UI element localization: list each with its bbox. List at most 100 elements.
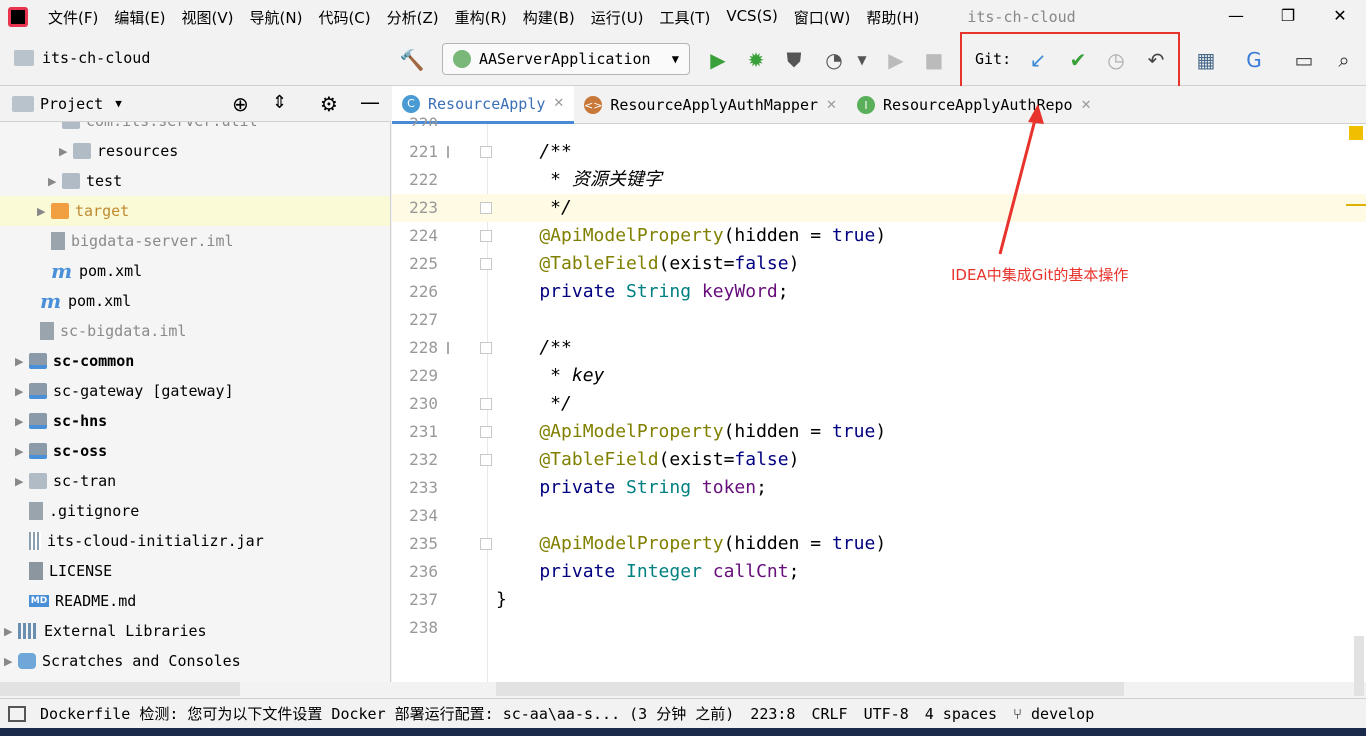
tree-item[interactable]: LICENSE xyxy=(0,556,390,586)
code-line[interactable]: private Integer callCnt; xyxy=(496,558,799,586)
stop-icon[interactable]: ■ xyxy=(920,46,948,74)
menu-item[interactable]: 窗口(W) xyxy=(786,7,859,28)
project-view-selector[interactable]: Project ▼ xyxy=(40,95,122,113)
fold-marker-icon[interactable] xyxy=(480,258,492,270)
close-button[interactable]: ✕ xyxy=(1314,0,1366,30)
expand-arrow-icon[interactable]: ▶ xyxy=(4,625,18,638)
caret-position[interactable]: 223:8 xyxy=(742,705,803,723)
tree-item[interactable]: ▶ target xyxy=(0,196,390,226)
tree-item[interactable]: com.its.server.util xyxy=(0,122,390,136)
resume-icon[interactable]: ▶ xyxy=(882,46,910,74)
translate-icon[interactable]: G xyxy=(1240,46,1268,74)
locate-icon[interactable]: ⊕ xyxy=(232,92,249,116)
warning-marker-icon[interactable] xyxy=(1349,126,1363,140)
menu-item[interactable]: VCS(S) xyxy=(718,7,785,28)
close-icon[interactable]: ✕ xyxy=(553,96,564,111)
menu-item[interactable]: 帮助(H) xyxy=(858,7,927,28)
tree-item[interactable]: MD README.md xyxy=(0,586,390,616)
tree-item[interactable]: m pom.xml xyxy=(0,256,390,286)
close-icon[interactable]: ✕ xyxy=(1081,98,1092,113)
menu-item[interactable]: 分析(Z) xyxy=(379,7,447,28)
breadcrumb[interactable]: its-ch-cloud xyxy=(14,49,150,67)
menu-item[interactable]: 视图(V) xyxy=(174,7,242,28)
hide-icon[interactable]: — xyxy=(360,90,380,114)
tool-windows-icon[interactable] xyxy=(8,705,26,722)
tree-horizontal-scrollbar[interactable] xyxy=(0,682,240,696)
editor-tab[interactable]: <> ResourceApplyAuthMapper ✕ xyxy=(574,86,847,124)
project-structure-icon[interactable]: ▦ xyxy=(1192,46,1220,74)
code-line[interactable]: @TableField(exist=false) xyxy=(496,250,799,278)
tree-item[interactable]: ▶ test xyxy=(0,166,390,196)
tree-item[interactable]: ▶ sc-hns xyxy=(0,406,390,436)
fold-marker-icon[interactable] xyxy=(480,398,492,410)
restore-button[interactable]: ❐ xyxy=(1262,0,1314,30)
tree-item[interactable]: ▶ Scratches and Consoles xyxy=(0,646,390,676)
fold-marker-icon[interactable] xyxy=(480,202,492,214)
code-line[interactable]: private String keyWord; xyxy=(496,278,788,306)
line-separator[interactable]: CRLF xyxy=(803,705,855,723)
tree-item[interactable]: .gitignore xyxy=(0,496,390,526)
code-line[interactable]: * 资源关键字 xyxy=(496,166,662,194)
tree-item[interactable]: ▶ resources xyxy=(0,136,390,166)
expand-arrow-icon[interactable]: ▶ xyxy=(15,475,29,488)
code-line[interactable]: */ xyxy=(496,194,572,222)
code-line[interactable]: @ApiModelProperty(hidden = true) xyxy=(496,222,886,250)
tree-item[interactable]: sc-bigdata.iml xyxy=(0,316,390,346)
gear-icon[interactable]: ⚙ xyxy=(320,92,338,116)
menu-item[interactable]: 文件(F) xyxy=(40,7,106,28)
code-line[interactable]: @ApiModelProperty(hidden = true) xyxy=(496,530,886,558)
tree-item[interactable]: bigdata-server.iml xyxy=(0,226,390,256)
editor-vertical-scrollbar[interactable] xyxy=(1354,636,1364,696)
fold-marker-icon[interactable] xyxy=(480,426,492,438)
tree-item[interactable]: ▶ sc-oss xyxy=(0,436,390,466)
code-line[interactable]: private String token; xyxy=(496,474,767,502)
fold-marker-icon[interactable] xyxy=(480,538,492,550)
fold-marker-icon[interactable] xyxy=(480,342,492,354)
editor-tab[interactable]: I ResourceApplyAuthRepo ✕ xyxy=(847,86,1102,124)
menu-item[interactable]: 构建(B) xyxy=(515,7,583,28)
expand-arrow-icon[interactable]: ▶ xyxy=(4,655,18,668)
menu-item[interactable]: 代码(C) xyxy=(310,7,378,28)
menu-item[interactable]: 导航(N) xyxy=(242,7,311,28)
code-line[interactable]: @ApiModelProperty(hidden = true) xyxy=(496,418,886,446)
tree-item[interactable]: ▶ sc-common xyxy=(0,346,390,376)
status-message[interactable]: Dockerfile 检测: 您可为以下文件设置 Docker 部署运行配置: … xyxy=(32,703,742,724)
editor-horizontal-scrollbar[interactable] xyxy=(496,682,1124,696)
tree-item[interactable]: ▶ sc-tran xyxy=(0,466,390,496)
expand-arrow-icon[interactable]: ▶ xyxy=(15,385,29,398)
close-icon[interactable]: ✕ xyxy=(826,98,837,113)
file-encoding[interactable]: UTF-8 xyxy=(856,705,917,723)
fold-marker-icon[interactable] xyxy=(480,230,492,242)
code-line[interactable]: @TableField(exist=false) xyxy=(496,446,799,474)
menu-item[interactable]: 编辑(E) xyxy=(106,7,173,28)
code-line[interactable]: /** xyxy=(496,138,572,166)
profile-chevron-icon[interactable]: ▼ xyxy=(848,46,876,74)
expand-arrow-icon[interactable]: ▶ xyxy=(48,175,62,188)
code-line[interactable]: } xyxy=(496,586,507,614)
tree-item[interactable]: ▶ External Libraries xyxy=(0,616,390,646)
coverage-icon[interactable]: ⛊ xyxy=(780,46,808,74)
search-icon[interactable]: ⌕ xyxy=(1330,46,1358,74)
run-config-select[interactable]: AAServerApplication ▼ xyxy=(442,43,690,75)
menu-item[interactable]: 工具(T) xyxy=(651,7,718,28)
doc-render-icon[interactable] xyxy=(447,342,461,354)
expand-arrow-icon[interactable]: ▶ xyxy=(59,145,73,158)
expand-arrow-icon[interactable]: ▶ xyxy=(15,445,29,458)
collapse-all-icon[interactable]: ⇕ xyxy=(272,92,287,113)
expand-arrow-icon[interactable]: ▶ xyxy=(15,355,29,368)
tree-item[interactable]: its-cloud-initializr.jar xyxy=(0,526,390,556)
tree-item[interactable]: ▶ sc-gateway [gateway] xyxy=(0,376,390,406)
run-icon[interactable]: ▶ xyxy=(704,46,732,74)
code-line[interactable]: * key xyxy=(496,362,604,390)
fold-marker-icon[interactable] xyxy=(480,146,492,158)
build-hammer-icon[interactable]: 🔨 xyxy=(398,46,426,74)
code-line[interactable]: /** xyxy=(496,334,572,362)
fold-marker-icon[interactable] xyxy=(480,454,492,466)
expand-arrow-icon[interactable]: ▶ xyxy=(37,205,51,218)
minimize-button[interactable]: — xyxy=(1210,0,1262,30)
doc-render-icon[interactable] xyxy=(447,146,461,158)
code-line[interactable]: */ xyxy=(496,390,572,418)
debug-icon[interactable]: ✹ xyxy=(742,46,770,74)
profile-icon[interactable]: ◔ xyxy=(820,46,848,74)
menu-item[interactable]: 重构(R) xyxy=(447,7,515,28)
